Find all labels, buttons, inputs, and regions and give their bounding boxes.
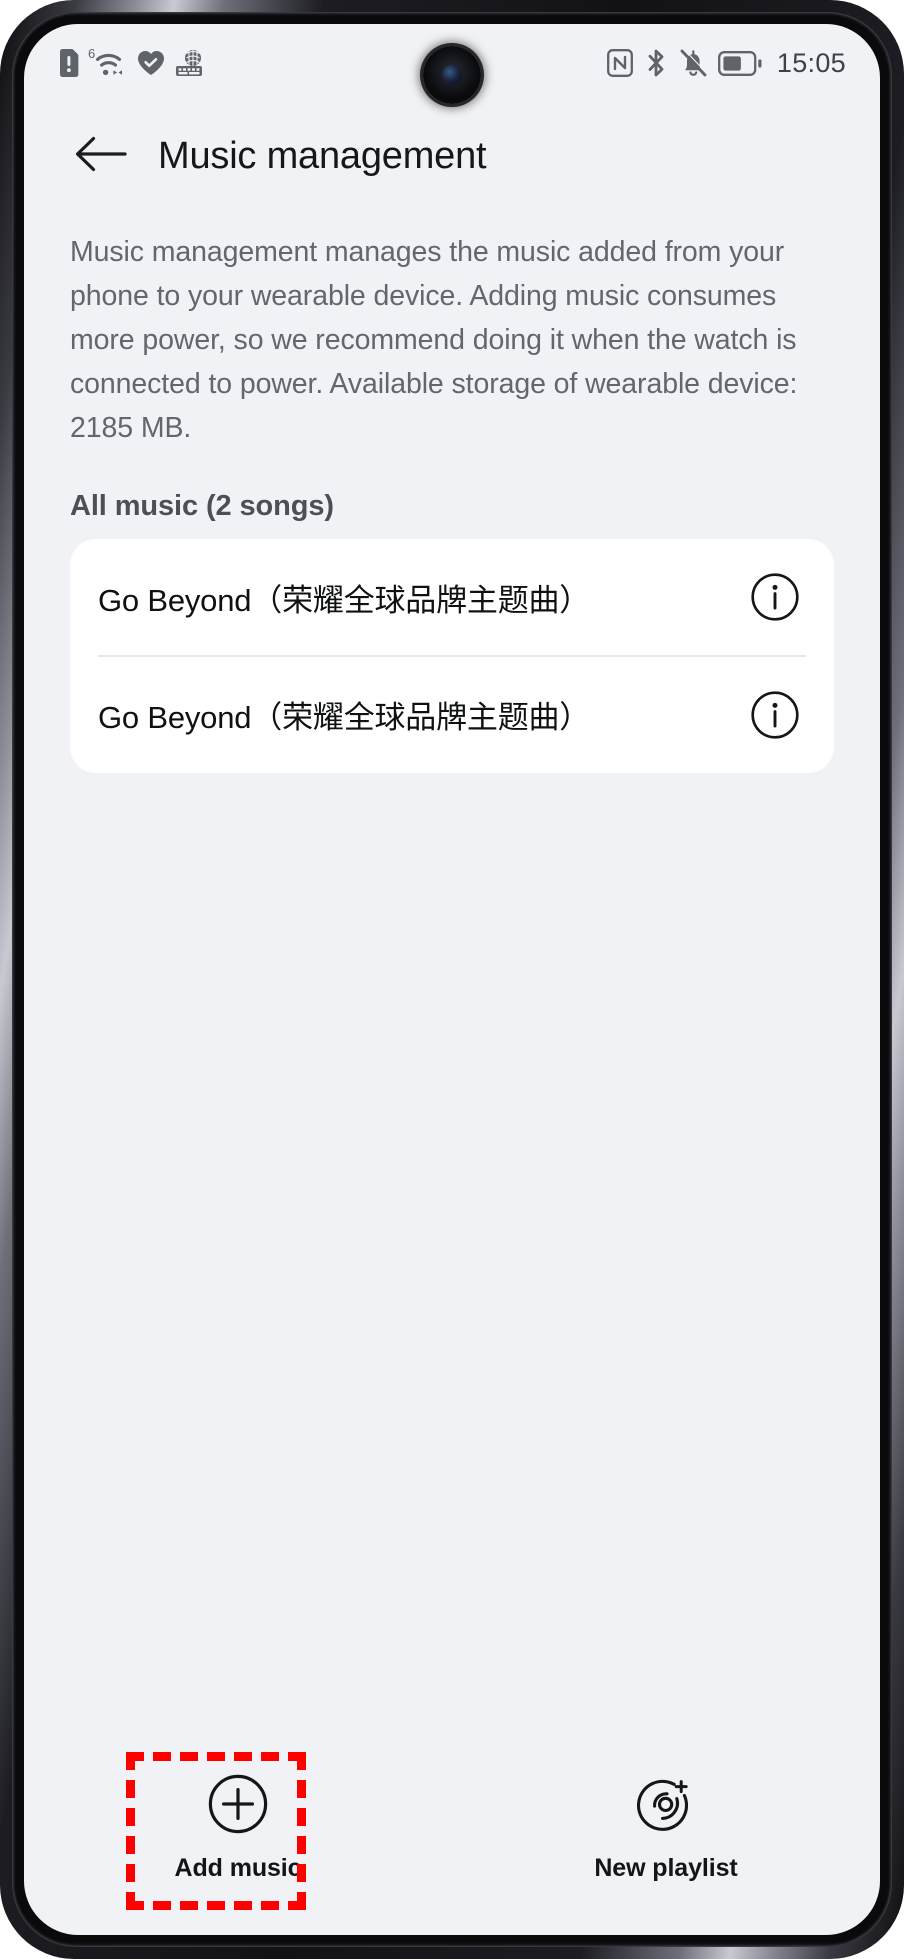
table-row[interactable]: Go Beyond（荣耀全球品牌主题曲） [70,657,834,773]
info-circle-icon[interactable] [750,690,800,740]
voice-input-icon [174,49,204,77]
phone-frame: 6 15:05 Music management Music managemen… [0,0,904,1959]
camera-lens-icon [442,65,462,85]
bluetooth-icon [644,48,668,78]
new-playlist-button[interactable]: New playlist [452,1721,880,1935]
song-title: Go Beyond（荣耀全球品牌主题曲） [98,582,591,618]
arrow-left-icon [74,134,128,179]
page-title: Music management [158,134,487,177]
status-bar-clock: 15:05 [776,47,846,78]
bottom-action-bar: Add music New playlist [24,1721,880,1935]
sim-alert-icon [58,48,80,78]
front-camera-icon [423,46,481,104]
battery-icon [717,50,762,76]
vinyl-record-plus-icon [635,1773,697,1840]
song-title: Go Beyond（荣耀全球品牌主题曲） [98,700,591,735]
status-bar-left-icons: 6 [58,47,204,79]
back-button[interactable] [70,125,132,187]
app-bar: Music management [24,102,880,210]
add-music-label: Add music [174,1854,302,1882]
wifi-6-icon: 6 [88,47,128,79]
nfc-icon [606,49,633,77]
plus-circle-icon [207,1773,269,1840]
new-playlist-label: New playlist [594,1854,738,1882]
phone-screen: 6 15:05 Music management Music managemen… [24,24,880,1935]
add-music-button[interactable]: Add music [24,1721,452,1935]
all-music-section-header: All music (2 songs) [70,490,334,522]
music-list-card: Go Beyond（荣耀全球品牌主题曲） Go Beyond（荣耀全球品牌主题曲… [70,539,834,773]
svg-text:6: 6 [88,47,95,61]
info-circle-icon[interactable] [750,572,800,622]
silent-bell-icon [679,48,707,78]
table-row[interactable]: Go Beyond（荣耀全球品牌主题曲） [70,539,834,655]
heart-health-icon [137,50,165,76]
status-bar-right-icons: 15:05 [606,47,846,79]
description-text: Music management manages the music added… [70,236,798,444]
